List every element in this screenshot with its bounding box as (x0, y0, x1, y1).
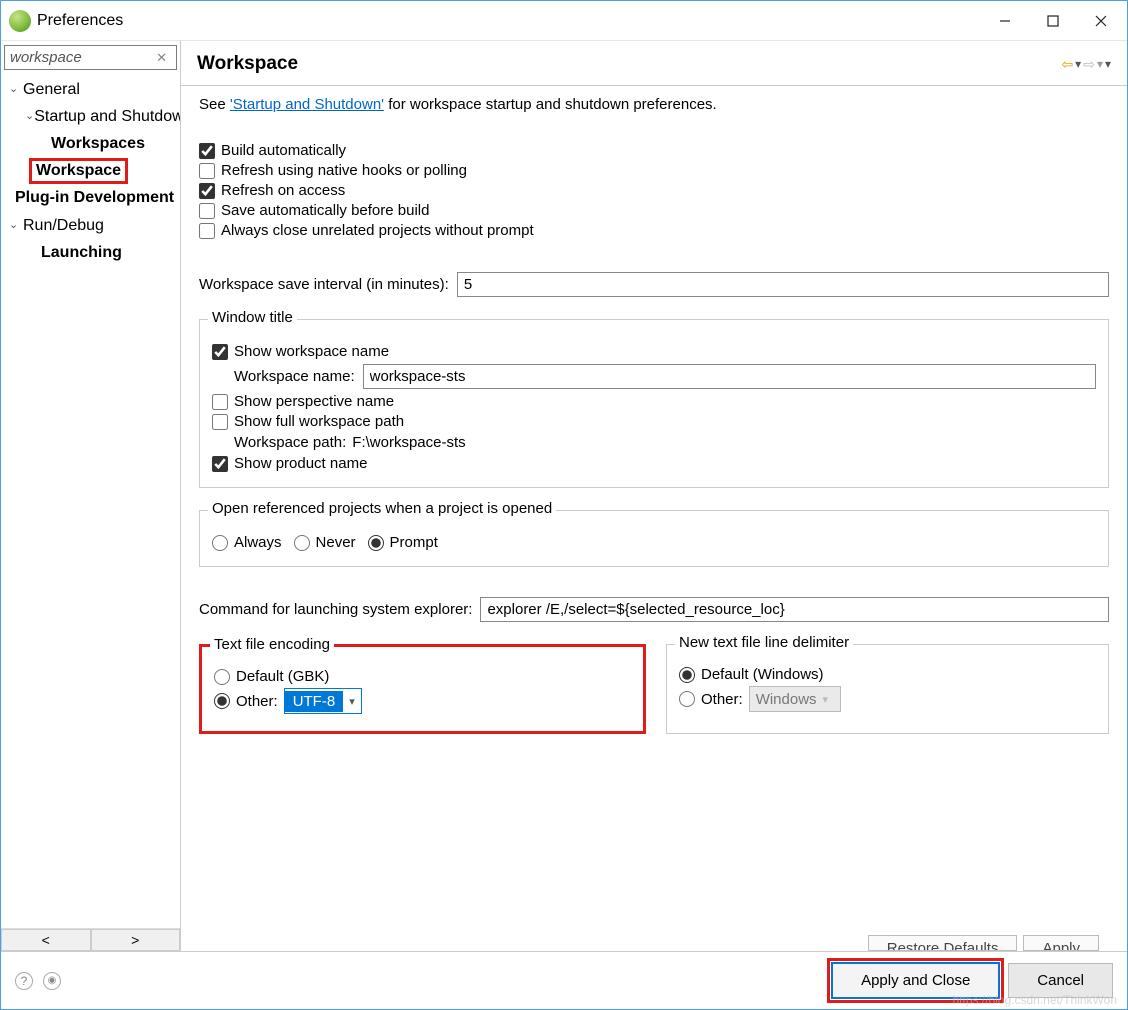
dialog-footer: ? ◉ Apply and Close Cancel (1, 951, 1127, 1009)
refresh-access-checkbox[interactable] (199, 183, 215, 199)
cancel-button[interactable]: Cancel (1008, 963, 1113, 998)
import-export-icon[interactable]: ◉ (43, 972, 61, 990)
workspace-path-value: F:\workspace-sts (352, 434, 465, 451)
filter-input[interactable] (4, 45, 177, 70)
apply-button[interactable]: Apply (1023, 935, 1099, 951)
explorer-command-label: Command for launching system explorer: (199, 601, 472, 618)
startup-shutdown-link[interactable]: 'Startup and Shutdown' (230, 96, 384, 113)
close-button[interactable] (1077, 2, 1125, 40)
open-referenced-label: Open referenced projects when a project … (208, 500, 556, 517)
view-menu-icon[interactable]: ▾ (1105, 57, 1111, 71)
save-interval-label: Workspace save interval (in minutes): (199, 276, 449, 293)
text-encoding-group: Text file encoding Default (GBK) Other: … (199, 644, 646, 734)
delimiter-other-combo: Windows ▾ (749, 686, 841, 712)
minimize-button[interactable] (981, 2, 1029, 40)
help-icon[interactable]: ? (15, 972, 33, 990)
tree-item-launching[interactable]: Launching (1, 239, 180, 266)
tree-item-workspace[interactable]: Workspace (1, 158, 180, 185)
show-workspace-name-checkbox[interactable] (212, 344, 228, 360)
cutoff-button-row: Restore Defaults Apply (868, 935, 1099, 951)
open-ref-never-radio[interactable] (294, 535, 310, 551)
open-ref-always-radio[interactable] (212, 535, 228, 551)
save-interval-input[interactable] (457, 272, 1109, 297)
header-nav-icons: ⇦ ▾ ⇨ ▾ ▾ (1061, 56, 1111, 73)
back-icon[interactable]: ⇦ (1061, 56, 1073, 73)
scroll-right-button[interactable]: > (91, 929, 181, 951)
window-title: Preferences (37, 12, 123, 30)
apply-and-close-button[interactable]: Apply and Close (831, 962, 1000, 999)
line-delimiter-group: New text file line delimiter Default (Wi… (666, 644, 1109, 734)
workspace-name-label: Workspace name: (234, 368, 355, 385)
preferences-window: Preferences ✕ ⌄General ⌄Startup and Shut… (0, 0, 1128, 1010)
clear-filter-icon[interactable]: ✕ (156, 50, 167, 66)
sidebar: ✕ ⌄General ⌄Startup and Shutdown Workspa… (1, 41, 181, 951)
open-ref-prompt-radio[interactable] (368, 535, 384, 551)
chevron-down-icon: ▾ (343, 695, 361, 708)
maximize-button[interactable] (1029, 2, 1077, 40)
tree-item-plugin-dev[interactable]: Plug-in Development (1, 184, 180, 211)
encoding-default-radio[interactable] (214, 669, 230, 685)
back-menu-icon[interactable]: ▾ (1075, 57, 1081, 71)
content-pane: Workspace ⇦ ▾ ⇨ ▾ ▾ See 'Startup and Shu… (181, 41, 1127, 951)
chevron-down-icon: ▾ (817, 693, 835, 706)
forward-icon[interactable]: ⇨ (1083, 56, 1095, 73)
show-perspective-checkbox[interactable] (212, 394, 228, 410)
scroll-left-button[interactable]: < (1, 929, 91, 951)
delimiter-default-radio[interactable] (679, 667, 695, 683)
preference-tree: ⌄General ⌄Startup and Shutdown Workspace… (1, 74, 180, 266)
window-title-group-label: Window title (208, 309, 297, 326)
app-icon (9, 10, 31, 32)
explorer-command-input[interactable] (480, 597, 1109, 622)
encoding-other-radio[interactable] (214, 693, 230, 709)
text-encoding-label: Text file encoding (210, 636, 334, 653)
content-scroll[interactable]: See 'Startup and Shutdown' for workspace… (181, 86, 1127, 951)
see-also-text: See 'Startup and Shutdown' for workspace… (199, 96, 1109, 113)
show-product-checkbox[interactable] (212, 456, 228, 472)
titlebar: Preferences (1, 1, 1127, 41)
tree-item-general[interactable]: ⌄General (1, 76, 180, 103)
forward-menu-icon[interactable]: ▾ (1097, 57, 1103, 71)
workspace-path-label: Workspace path: (234, 434, 346, 451)
tree-item-startup[interactable]: ⌄Startup and Shutdown (1, 103, 180, 130)
tree-item-workspaces[interactable]: Workspaces (1, 130, 180, 157)
line-delimiter-label: New text file line delimiter (675, 634, 853, 651)
window-title-group: Window title Show workspace name Workspa… (199, 319, 1109, 488)
workspace-name-input[interactable] (363, 364, 1096, 389)
show-full-path-checkbox[interactable] (212, 414, 228, 430)
refresh-hooks-checkbox[interactable] (199, 163, 215, 179)
delimiter-other-radio[interactable] (679, 691, 695, 707)
open-referenced-group: Open referenced projects when a project … (199, 510, 1109, 567)
save-before-build-checkbox[interactable] (199, 203, 215, 219)
tree-item-rundebug[interactable]: ⌄Run/Debug (1, 212, 180, 239)
build-automatically-checkbox[interactable] (199, 143, 215, 159)
page-title: Workspace (197, 53, 298, 75)
encoding-other-combo[interactable]: UTF-8 ▾ (284, 688, 362, 714)
close-unrelated-checkbox[interactable] (199, 223, 215, 239)
restore-defaults-button[interactable]: Restore Defaults (868, 935, 1018, 951)
